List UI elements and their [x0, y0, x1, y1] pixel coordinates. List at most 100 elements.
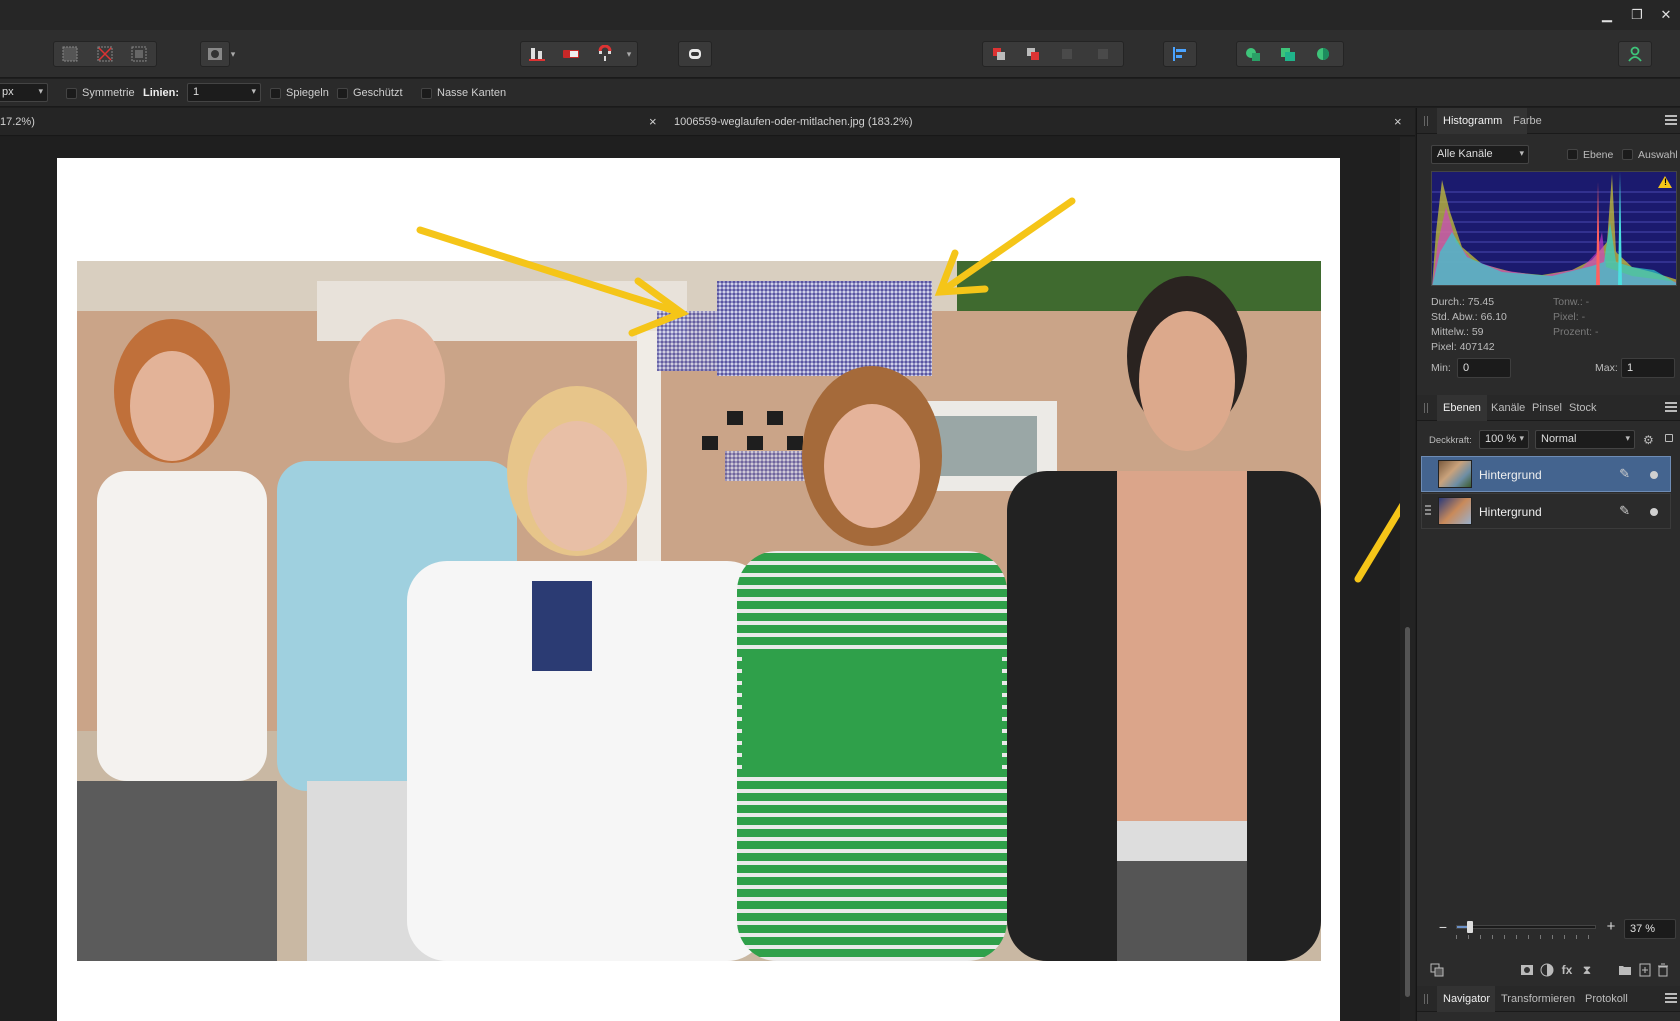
stat-pixels: Pixel: 407142	[1431, 341, 1495, 353]
visibility-dot-icon[interactable]	[1650, 471, 1658, 479]
layer-options-icon[interactable]	[1429, 962, 1445, 978]
snap-toggle-icon[interactable]	[556, 41, 586, 67]
vertical-scrollbar[interactable]	[1400, 137, 1415, 1021]
tab-transform[interactable]: Transformieren	[1501, 993, 1575, 1005]
selection-checkbox[interactable]	[1622, 149, 1633, 160]
channel-select[interactable]: Alle Kanäle ▾	[1431, 145, 1529, 164]
tab-history[interactable]: Protokoll	[1585, 993, 1628, 1005]
symmetry-checkbox[interactable]	[66, 88, 77, 99]
histogram-graph: !	[1431, 171, 1677, 286]
protected-checkbox[interactable]	[337, 88, 348, 99]
deselect-icon[interactable]	[90, 41, 120, 67]
max-field[interactable]: 1	[1621, 358, 1675, 378]
symmetry-label: Symmetrie	[82, 87, 135, 99]
lines-select[interactable]: 1 ▾	[187, 83, 261, 102]
mask-layer-icon[interactable]	[1519, 962, 1535, 978]
align-icon[interactable]	[522, 41, 552, 67]
min-field[interactable]: 0	[1457, 358, 1511, 378]
select-all-icon[interactable]	[55, 41, 85, 67]
panel-menu-icon[interactable]	[1665, 402, 1677, 412]
opacity-select[interactable]: 100 % ▾	[1479, 430, 1529, 449]
arrange-top-icon[interactable]	[1088, 41, 1118, 67]
histogram-panel-header: Histogramm Farbe	[1417, 108, 1680, 134]
panel-grip-icon[interactable]	[1424, 403, 1428, 413]
protected-label: Geschützt	[353, 87, 403, 99]
brush-icon[interactable]: ✎	[1619, 503, 1630, 519]
gear-icon[interactable]: ⚙	[1643, 433, 1654, 447]
panel-grip-icon[interactable]	[1424, 994, 1428, 1004]
stat-mean: Durch.: 75.45	[1431, 296, 1495, 308]
warning-glyph: !	[1664, 177, 1667, 187]
layer-check-label: Ebene	[1583, 149, 1614, 161]
lock-icon[interactable]	[1665, 434, 1673, 442]
drag-handle-icon[interactable]	[1425, 505, 1431, 517]
zoom-in-button[interactable]: +	[1603, 919, 1619, 935]
add-layer-icon[interactable]	[1637, 962, 1653, 978]
close-tab-icon[interactable]: ×	[649, 114, 657, 129]
panel-menu-icon[interactable]	[1665, 993, 1677, 1003]
unit-select[interactable]: px ▾	[0, 83, 48, 102]
user-icon[interactable]	[1620, 41, 1650, 67]
zoom-value-field[interactable]: 37 %	[1624, 919, 1676, 939]
stat-tone: Tonw.: -	[1553, 296, 1590, 308]
tab-layers[interactable]: Ebenen	[1443, 402, 1481, 414]
title-bar: ▁ ❐ ✕	[0, 0, 1680, 30]
scrollbar-thumb[interactable]	[1405, 627, 1410, 997]
hourglass-icon[interactable]: ⧗	[1579, 962, 1595, 978]
wet-edges-checkbox[interactable]	[421, 88, 432, 99]
stat-stddev: Std. Abw.: 66.10	[1431, 311, 1507, 323]
arrange-front-icon[interactable]	[1052, 41, 1082, 67]
adjustment-icon[interactable]	[1539, 962, 1555, 978]
stat-percent: Prozent: -	[1553, 326, 1599, 338]
close-document-icon[interactable]: ×	[1394, 114, 1402, 129]
brush-icon[interactable]: ✎	[1619, 466, 1630, 482]
assistant-robot-icon[interactable]	[680, 41, 710, 67]
tab-navigator[interactable]: Navigator	[1443, 993, 1490, 1005]
align-left-icon[interactable]	[1165, 41, 1195, 67]
mask-dropdown-icon[interactable]: ▾	[226, 41, 240, 67]
close-button[interactable]: ✕	[1656, 6, 1676, 24]
mirror-checkbox[interactable]	[270, 88, 281, 99]
boolean-intersect-icon[interactable]	[1308, 41, 1338, 67]
snapping-dropdown-icon[interactable]: ▾	[622, 41, 636, 67]
layer-thumbnail	[1438, 497, 1472, 525]
blend-mode-select[interactable]: Normal ▾	[1535, 430, 1635, 449]
previous-document-tab[interactable]: 17.2%)	[0, 116, 35, 128]
channel-value: Alle Kanäle	[1437, 148, 1493, 160]
active-document-tab[interactable]: 1006559-weglaufen-oder-mitlachen.jpg (18…	[674, 116, 912, 128]
minimize-button[interactable]: ▁	[1597, 6, 1617, 24]
navigator-panel-header: Navigator Transformieren Protokoll	[1417, 986, 1680, 1012]
invert-selection-icon[interactable]	[124, 41, 154, 67]
main-toolbar: ▾ ▾	[0, 30, 1680, 78]
zoom-slider[interactable]	[1456, 921, 1596, 933]
tab-histogram[interactable]: Histogramm	[1443, 115, 1502, 127]
zoom-out-button[interactable]: −	[1435, 920, 1451, 936]
tab-stock[interactable]: Stock	[1569, 402, 1597, 414]
layer-row[interactable]: Hintergrund ✎	[1421, 493, 1671, 529]
tab-color[interactable]: Farbe	[1513, 115, 1542, 127]
layer-row[interactable]: Hintergrund ✎	[1421, 456, 1671, 492]
stat-pixel-hover: Pixel: -	[1553, 311, 1586, 323]
boolean-subtract-icon[interactable]	[1273, 41, 1303, 67]
opacity-value: 100 %	[1485, 433, 1517, 445]
wet-edges-label: Nasse Kanten	[437, 87, 507, 99]
panel-menu-icon[interactable]	[1665, 115, 1677, 125]
tab-brushes[interactable]: Pinsel	[1532, 402, 1562, 414]
visibility-dot-icon[interactable]	[1650, 508, 1658, 516]
snapping-magnet-icon[interactable]	[590, 41, 620, 67]
tab-channels[interactable]: Kanäle	[1491, 402, 1525, 414]
zoom-slider-knob[interactable]	[1466, 921, 1473, 933]
fx-icon[interactable]: fx	[1559, 962, 1575, 978]
zoom-ticks	[1456, 935, 1596, 939]
layer-thumbnail	[1438, 460, 1472, 488]
boolean-add-icon[interactable]	[1238, 41, 1268, 67]
chevron-down-icon: ▾	[1519, 433, 1524, 443]
blend-mode-value: Normal	[1541, 433, 1577, 445]
folder-icon[interactable]	[1617, 962, 1633, 978]
arrange-forward-icon[interactable]	[1018, 41, 1048, 67]
layer-checkbox[interactable]	[1567, 149, 1578, 160]
trash-icon[interactable]	[1655, 962, 1671, 978]
arrange-back-icon[interactable]	[984, 41, 1014, 67]
restore-button[interactable]: ❐	[1627, 6, 1647, 24]
panel-grip-icon[interactable]	[1424, 116, 1428, 126]
